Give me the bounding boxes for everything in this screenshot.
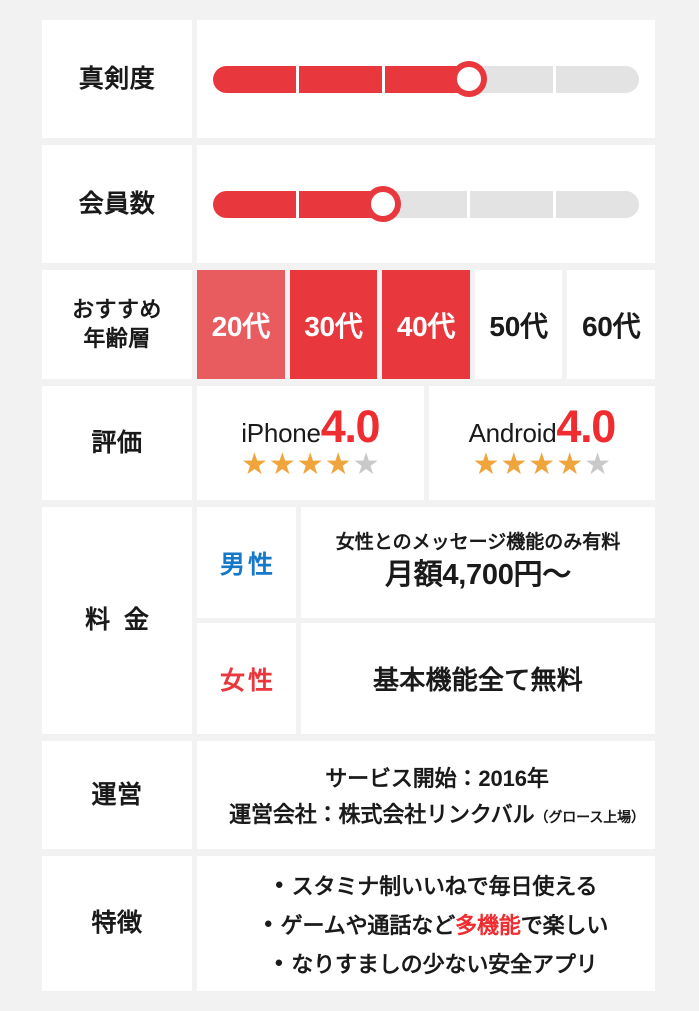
- feature-item-2: ● ゲームや通話など多機能で楽しい: [264, 908, 609, 940]
- row-members: 会員数: [42, 145, 655, 263]
- age-label-line2: 年齢層: [83, 325, 151, 351]
- operator-service-start: サービス開始：2016年: [325, 766, 549, 791]
- fee-content: 男性 女性とのメッセージ機能のみ有料 月額4,700円〜 女性 基本機能全て無料: [197, 507, 655, 734]
- row-operator: 運営 サービス開始：2016年 運営会社：株式会社リンクバル（グロース上場）: [42, 741, 655, 849]
- android-platform-label: Android: [468, 417, 557, 448]
- feature-accent: 多機能: [455, 912, 521, 938]
- bullet-icon: ●: [263, 915, 273, 932]
- age-label-line1: おすすめ: [72, 296, 162, 322]
- fee-gender-female: 女性: [197, 623, 296, 734]
- seriousness-segment-5: [556, 65, 639, 93]
- age-cell-20s: 20代: [197, 270, 285, 379]
- row-label-seriousness: 真剣度: [42, 20, 192, 138]
- rating-cell-android: Android 4.0 ★ ★ ★ ★ ★: [428, 386, 655, 500]
- seriousness-track: [213, 65, 639, 93]
- members-segment-5: [556, 190, 639, 218]
- star-icon: ★: [500, 447, 528, 481]
- app-spec-table: 真剣度 会員数 おすすめ 年齢層 20代 30代 40代 50代 60代 評価 …: [0, 0, 699, 1011]
- rating-cell-iphone: iPhone 4.0 ★ ★ ★ ★ ★: [197, 386, 424, 500]
- seriousness-slider: [197, 61, 655, 97]
- row-rating: 評価 iPhone 4.0 ★ ★ ★ ★ ★ Android 4.0 ★ ★ …: [42, 386, 655, 500]
- age-strip: 20代 30代 40代 50代 60代: [197, 270, 655, 379]
- fee-detail-female: 基本機能全て無料: [301, 623, 655, 734]
- row-label-fee: 料金: [42, 507, 192, 734]
- star-icon: ★: [528, 447, 556, 481]
- operator-company-line: 運営会社：株式会社リンクバル（グロース上場）: [229, 797, 645, 829]
- iphone-rating-head: iPhone 4.0: [241, 400, 381, 452]
- star-icon: ★: [556, 447, 584, 481]
- android-star-rating: ★ ★ ★ ★ ★: [472, 447, 612, 481]
- row-label-recommended-age: おすすめ 年齢層: [42, 270, 192, 379]
- star-icon: ★: [268, 447, 296, 481]
- rating-strip: iPhone 4.0 ★ ★ ★ ★ ★ Android 4.0 ★ ★ ★ ★…: [197, 386, 655, 500]
- age-cell-30s: 30代: [289, 270, 378, 379]
- row-label-members: 会員数: [42, 145, 192, 263]
- fee-line-female: 女性 基本機能全て無料: [197, 623, 655, 734]
- feature-item-1: ● スタミナ制いいねで毎日使える: [275, 869, 598, 901]
- fee-male-note: 女性とのメッセージ機能のみ有料: [335, 531, 621, 553]
- members-slider: [197, 186, 655, 222]
- star-icon: ★: [240, 447, 268, 481]
- fee-detail-male: 女性とのメッセージ機能のみ有料 月額4,700円〜: [301, 507, 655, 618]
- star-icon: ★: [324, 447, 352, 481]
- members-value-cell: [197, 145, 655, 263]
- operator-company-note: （グロース上場）: [534, 809, 645, 825]
- seriousness-slider-knob: [450, 61, 487, 97]
- feature-item-3: ● なりすましの少ない安全アプリ: [274, 947, 598, 979]
- star-icon: ★: [472, 447, 500, 481]
- fee-male-amount: 月額4,700円〜: [385, 559, 571, 592]
- star-icon: ★: [296, 447, 324, 481]
- star-empty-icon: ★: [352, 447, 380, 481]
- row-fee: 料金 男性 女性とのメッセージ機能のみ有料 月額4,700円〜 女性 基本機能全…: [42, 507, 655, 734]
- feature-item-3-text: なりすましの少ない安全アプリ: [291, 951, 598, 977]
- fee-line-male: 男性 女性とのメッセージ機能のみ有料 月額4,700円〜: [197, 507, 655, 618]
- seriousness-segment-1: [213, 65, 296, 93]
- fee-gender-male: 男性: [197, 507, 296, 618]
- row-label-features: 特徴: [42, 856, 192, 991]
- android-score: 4.0: [556, 400, 616, 452]
- bullet-icon: ●: [274, 876, 284, 893]
- seriousness-value-cell: [197, 20, 655, 138]
- row-label-operator: 運営: [42, 741, 192, 849]
- members-segment-1: [213, 190, 296, 218]
- android-rating-head: Android 4.0: [468, 400, 617, 452]
- operator-content: サービス開始：2016年 運営会社：株式会社リンクバル（グロース上場）: [197, 741, 655, 849]
- age-cell-50s: 50代: [474, 270, 563, 379]
- seriousness-segment-2: [298, 65, 382, 93]
- age-cell-60s: 60代: [567, 270, 655, 379]
- operator-company: 運営会社：株式会社リンクバル: [229, 802, 535, 827]
- row-label-rating: 評価: [42, 386, 192, 500]
- feature-item-1-text: スタミナ制いいねで毎日使える: [291, 873, 598, 899]
- row-recommended-age: おすすめ 年齢層 20代 30代 40代 50代 60代: [42, 270, 655, 379]
- feature-item-2-text: ゲームや通話など多機能で楽しい: [280, 912, 609, 938]
- star-empty-icon: ★: [584, 447, 612, 481]
- features-content: ● スタミナ制いいねで毎日使える ● ゲームや通話など多機能で楽しい ● なりす…: [197, 856, 655, 991]
- row-features: 特徴 ● スタミナ制いいねで毎日使える ● ゲームや通話など多機能で楽しい ● …: [42, 856, 655, 991]
- members-track: [213, 190, 639, 218]
- members-segment-4: [470, 190, 554, 218]
- age-cell-40s: 40代: [382, 270, 470, 379]
- iphone-score: 4.0: [320, 400, 381, 452]
- row-seriousness: 真剣度: [42, 20, 655, 138]
- fee-female-detail: 基本機能全て無料: [372, 665, 584, 695]
- bullet-icon: ●: [274, 954, 284, 971]
- iphone-platform-label: iPhone: [241, 417, 321, 448]
- iphone-star-rating: ★ ★ ★ ★ ★: [240, 447, 380, 481]
